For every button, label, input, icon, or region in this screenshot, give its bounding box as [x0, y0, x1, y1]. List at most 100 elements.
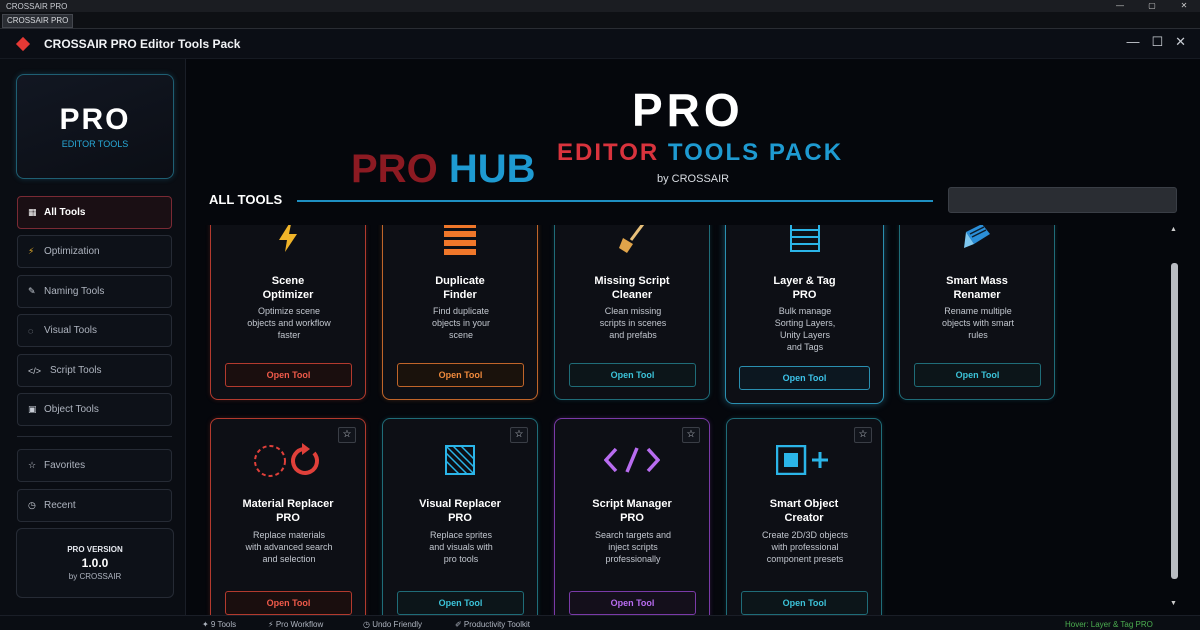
status-hover-info: Hover: Layer & Tag PRO [1065, 620, 1153, 629]
open-tool-button[interactable]: Open Tool [569, 363, 696, 387]
code-icon [555, 447, 709, 473]
os-window-title: CROSSAIR PRO [6, 1, 68, 11]
status-productivity: ✐ Productivity Toolkit [455, 620, 531, 629]
tool-card-duplicate-finder[interactable]: Duplicate Finder Find duplicate objects in… [382, 225, 538, 400]
status-undo-friendly: ◷ Undo Friendly [363, 620, 423, 629]
tool-card-title: Smart Object Creator [769, 498, 839, 524]
minimize-button[interactable]: — [1126, 34, 1139, 50]
tab-crossair-pro[interactable]: CROSSAIR PRO [2, 14, 74, 28]
app-title: CROSSAIR PRO Editor Tools Pack [44, 36, 241, 51]
status-tool-count: ✦ 9 Tools [202, 620, 237, 629]
sidebar-item-all-tools[interactable]: ▦ All Tools [17, 196, 172, 229]
hero-word-pack: PACK [768, 139, 844, 166]
tool-card-title: Smart Mass Renamer [946, 275, 1008, 301]
tool-card-layer-tag-pro[interactable]: Layer & Tag PRO Bulk manage Sorting Layers… [725, 225, 884, 404]
sidebar-item-favorites[interactable]: ☆ Favorites [17, 449, 172, 482]
tool-card-title: Duplicate Finder [435, 275, 485, 301]
favorite-star-button[interactable]: ☆ [854, 427, 872, 443]
hero-subtitle: EDITOR TOOLS PACK [557, 139, 843, 167]
sidebar-item-label: Visual Tools [44, 325, 97, 336]
broom-icon [555, 225, 709, 254]
version-label: PRO VERSION [67, 545, 123, 554]
section-title: ALL TOOLS [209, 192, 283, 207]
main-content: PRO PRO HUB EDITOR TOOLS PACK by CROSSAI… [187, 59, 1200, 615]
version-author: by CROSSAIR [68, 572, 122, 581]
tool-card-title: Missing Script Cleaner [594, 275, 670, 301]
tool-card-scene-optimizer[interactable]: Scene Optimizer Optimize scene objects and… [210, 225, 366, 400]
sidebar-item-label: Object Tools [44, 404, 99, 415]
scroll-down-arrow[interactable]: ▼ [1170, 600, 1177, 607]
hero-word-tools: TOOLS [667, 139, 761, 166]
tool-card-smart-mass-renamer[interactable]: Smart Mass Renamer Rename multiple objects… [899, 225, 1055, 400]
section-underline [297, 200, 933, 202]
sidebar-item-label: All Tools [44, 207, 86, 218]
tab-strip: CROSSAIR PRO [0, 12, 1200, 29]
open-tool-button[interactable]: Open Tool [914, 363, 1041, 387]
favorite-star-button[interactable]: ☆ [510, 427, 528, 443]
maximize-button[interactable]: ☐ [1151, 34, 1163, 50]
cube-icon: ▣ [28, 404, 37, 414]
lightning-icon [211, 225, 365, 252]
open-tool-button[interactable]: Open Tool [741, 591, 868, 615]
version-card: PRO VERSION 1.0.0 by CROSSAIR [16, 528, 174, 598]
sidebar-item-visual-tools[interactable]: ◌ Visual Tools [17, 314, 172, 347]
diamond-logo-icon [15, 36, 31, 51]
stack-icon [383, 225, 537, 256]
hatched-square-icon [383, 445, 537, 475]
version-number: 1.0.0 [81, 556, 109, 570]
scrollbar-thumb[interactable] [1171, 263, 1178, 579]
sidebar-item-object-tools[interactable]: ▣ Object Tools [17, 393, 172, 426]
tool-card-description: Rename multiple objects with smart rules [941, 306, 1015, 340]
pencil-icon [900, 225, 1054, 250]
os-close-button[interactable]: ✕ [1168, 0, 1200, 12]
app-title-bar: CROSSAIR PRO Editor Tools Pack — ☐ ✕ [0, 29, 1200, 59]
favorite-star-button[interactable]: ☆ [682, 427, 700, 443]
tool-card-visual-replacer-pro[interactable]: ☆ Visual Replacer PRO Replace sprites and … [382, 418, 538, 615]
grid-icon: ▦ [28, 207, 37, 217]
tool-grid: Scene Optimizer Optimize scene objects and… [187, 225, 1172, 615]
scroll-up-arrow[interactable]: ▲ [1170, 226, 1177, 233]
os-maximize-button[interactable]: ▢ [1136, 0, 1168, 12]
sidebar-item-naming-tools[interactable]: ✎ Naming Tools [17, 275, 172, 308]
tool-card-description: Clean missing scripts in scenes and prefab… [599, 306, 667, 340]
tool-card-description: Optimize scene objects and workflow faster [247, 306, 331, 340]
logo-subtitle: EDITOR TOOLS [61, 139, 129, 149]
tool-card-description: Create 2D/3D objects with professional com… [761, 530, 849, 564]
open-tool-button[interactable]: Open Tool [397, 363, 524, 387]
status-bar: ✦ 9 Tools ⚡ Pro Workflow ◷ Undo Friendly… [0, 615, 1200, 630]
sidebar-item-optimization[interactable]: ⚡ Optimization [17, 235, 172, 268]
clock-icon: ◷ [28, 500, 36, 510]
open-tool-button[interactable]: Open Tool [739, 366, 870, 390]
hero-word-editor: EDITOR [557, 139, 660, 166]
tool-card-title: Visual Replacer PRO [419, 498, 501, 524]
tool-card-material-replacer-pro[interactable]: ☆ Material Replacer PRO Replace materials… [210, 418, 366, 615]
tool-card-title: Scene Optimizer [262, 275, 314, 301]
os-title-bar: CROSSAIR PRO — ▢ ✕ [0, 0, 1200, 12]
hero-byline: by CROSSAIR [657, 173, 730, 185]
layers-icon [726, 225, 883, 252]
sidebar-item-recent[interactable]: ◷ Recent [17, 489, 172, 522]
sidebar-item-label: Optimization [44, 246, 100, 257]
open-tool-button[interactable]: Open Tool [225, 591, 352, 615]
tool-card-description: Bulk manage Sorting Layers, Unity Layers an… [774, 306, 836, 352]
open-tool-button[interactable]: Open Tool [569, 591, 696, 615]
close-button[interactable]: ✕ [1175, 34, 1186, 50]
open-tool-button[interactable]: Open Tool [397, 591, 524, 615]
sidebar: PRO EDITOR TOOLS ▦ All Tools ⚡ Optimizat… [0, 59, 186, 615]
star-icon: ☆ [28, 460, 37, 470]
sidebar-item-script-tools[interactable]: </> Script Tools [17, 354, 172, 387]
sidebar-item-label: Recent [44, 500, 76, 511]
hero-hub-right: HUB [448, 147, 536, 191]
hero-pro-hub: PRO HUB [351, 147, 535, 192]
tool-card-title: Layer & Tag PRO [773, 275, 836, 301]
os-minimize-button[interactable]: — [1104, 0, 1136, 12]
circle-icon: ◌ [28, 325, 34, 336]
hero-pro-title: PRO [632, 84, 744, 136]
status-pro-workflow: ⚡ Pro Workflow [268, 620, 324, 629]
tool-card-missing-script-cleaner[interactable]: Missing Script Cleaner Clean missing scrip… [554, 225, 710, 400]
tool-card-script-manager-pro[interactable]: ☆ Script Manager PRO Search targets and in… [554, 418, 710, 615]
search-input[interactable] [948, 187, 1177, 213]
tool-card-title: Material Replacer PRO [242, 498, 334, 524]
open-tool-button[interactable]: Open Tool [225, 363, 352, 387]
tool-card-smart-object-creator[interactable]: ☆ Smart Object Creator Create 2D/3D objec… [726, 418, 882, 615]
